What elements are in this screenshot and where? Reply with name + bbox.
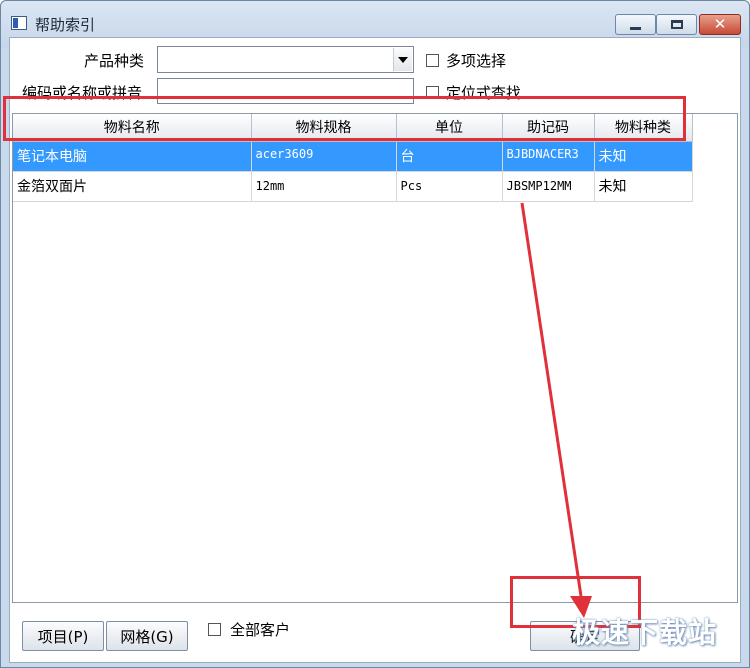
close-icon: ✕ (713, 15, 727, 33)
app-icon (11, 16, 27, 30)
search-input[interactable] (157, 78, 414, 104)
multi-select-checkbox[interactable] (426, 54, 439, 67)
materials-table: 物料名称 物料规格 单位 助记码 物料种类 笔记本电脑 acer3609 台 B… (13, 114, 693, 202)
table-cell: JBSMP12MM (502, 171, 595, 202)
maximize-icon (670, 20, 683, 29)
chevron-down-icon (398, 56, 408, 63)
table-cell: acer3609 (251, 141, 397, 172)
maximize-button[interactable] (656, 14, 697, 35)
minimize-button[interactable] (615, 14, 656, 35)
column-header[interactable]: 物料规格 (251, 114, 397, 142)
window-title: 帮助索引 (35, 16, 96, 34)
all-customers-label: 全部客户 (230, 621, 291, 639)
minimize-icon (630, 26, 641, 30)
locate-search-checkbox[interactable] (426, 86, 439, 99)
help-index-window: 帮助索引 ✕ 产品种类 多项选择 编码或名称或拼音 定位式查找 物料名称 物料规… (0, 0, 750, 668)
locate-search-label: 定位式查找 (446, 84, 522, 102)
table-cell: 未知 (594, 141, 693, 172)
table-cell: 台 (396, 141, 503, 172)
table-cell: BJBDNACER3 (502, 141, 595, 172)
search-label: 编码或名称或拼音 (22, 84, 143, 102)
table-cell: 未知 (594, 171, 693, 202)
all-customers-checkbox[interactable] (208, 623, 221, 636)
materials-grid[interactable]: 物料名称 物料规格 单位 助记码 物料种类 笔记本电脑 acer3609 台 B… (12, 113, 738, 603)
column-header[interactable]: 物料名称 (13, 114, 252, 142)
table-header-row: 物料名称 物料规格 单位 助记码 物料种类 (13, 114, 693, 142)
column-header[interactable]: 物料种类 (594, 114, 693, 142)
grid-button[interactable]: 网格(G) (106, 621, 188, 651)
project-button[interactable]: 项目(P) (22, 621, 104, 651)
column-header[interactable]: 单位 (396, 114, 503, 142)
table-cell: 金箔双面片 (13, 171, 252, 202)
table-row-selected[interactable]: 笔记本电脑 acer3609 台 BJBDNACER3 未知 (13, 141, 693, 172)
close-button[interactable]: ✕ (699, 14, 741, 35)
multi-select-label: 多项选择 (446, 52, 507, 70)
table-cell: 12mm (251, 171, 397, 202)
table-row[interactable]: 金箔双面片 12mm Pcs JBSMP12MM 未知 (13, 171, 693, 202)
dialog-client-area: 产品种类 多项选择 编码或名称或拼音 定位式查找 物料名称 物料规格 单位 助记… (9, 37, 741, 663)
column-header[interactable]: 助记码 (502, 114, 595, 142)
category-combobox[interactable] (157, 46, 414, 73)
category-label: 产品种类 (84, 52, 145, 70)
dropdown-button[interactable] (393, 48, 412, 71)
table-cell: 笔记本电脑 (13, 141, 252, 172)
watermark-text: 极速下载站 (572, 616, 718, 649)
table-cell: Pcs (396, 171, 503, 202)
